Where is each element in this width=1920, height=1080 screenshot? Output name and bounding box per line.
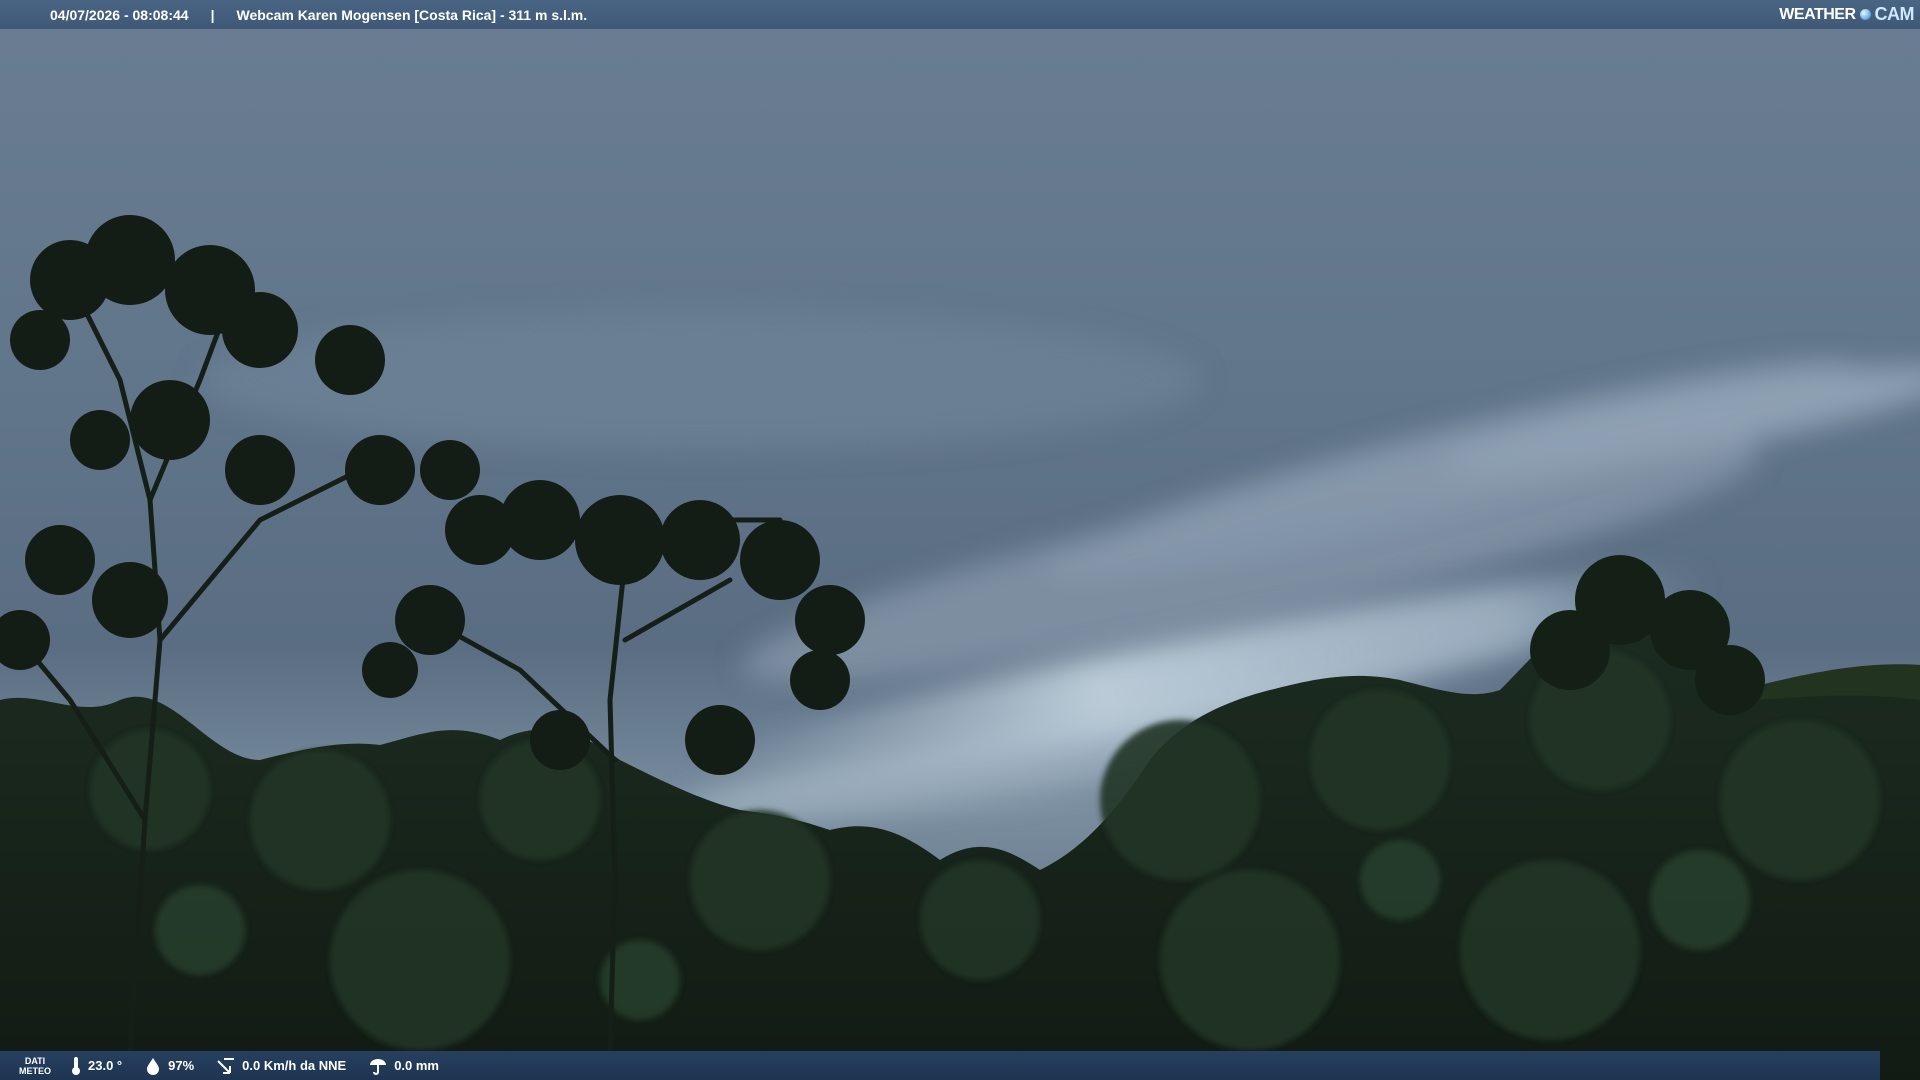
header-bar: 04/07/2026 - 08:08:44 | Webcam Karen Mog… bbox=[0, 0, 1920, 29]
logo-text-left: WEATHER bbox=[1779, 5, 1856, 23]
humidity-value: 97% bbox=[168, 1058, 195, 1073]
wind-value: 0.0 Km/h da NNE bbox=[242, 1058, 347, 1073]
logo-text-right: CAM bbox=[1874, 4, 1915, 24]
globe-icon bbox=[1859, 9, 1871, 20]
rain-icon bbox=[370, 1058, 387, 1075]
webcam-frame: 04/07/2026 - 08:08:44 | Webcam Karen Mog… bbox=[0, 0, 1920, 1080]
label-line-2: METEO bbox=[18, 1065, 51, 1076]
header-separator: | bbox=[210, 6, 215, 23]
rain-readout: 0.0 mm bbox=[368, 1057, 439, 1075]
webcam-image bbox=[0, 0, 1920, 1080]
thermometer-icon bbox=[72, 1056, 80, 1075]
rain-value: 0.0 mm bbox=[394, 1058, 439, 1073]
label-line-1: DATI bbox=[24, 1055, 46, 1066]
weather-data-bar: DATI METEO 23.0 ° 97% 0.0 Km/h da NNE 0.… bbox=[0, 1051, 1880, 1080]
webcam-title: Webcam Karen Mogensen [Costa Rica] - 311… bbox=[236, 6, 588, 23]
weather-data-label: DATI METEO bbox=[0, 1056, 70, 1076]
temperature-readout: 23.0 ° bbox=[70, 1056, 122, 1076]
humidity-icon bbox=[147, 1057, 160, 1075]
wind-readout: 0.0 Km/h da NNE bbox=[216, 1057, 346, 1075]
humidity-readout: 97% bbox=[144, 1057, 194, 1075]
weathercam-logo[interactable]: WEATHER CAM bbox=[1779, 4, 1914, 25]
temperature-value: 23.0 ° bbox=[88, 1058, 123, 1073]
timestamp: 04/07/2026 - 08:08:44 bbox=[50, 6, 189, 23]
wind-icon bbox=[217, 1057, 235, 1074]
